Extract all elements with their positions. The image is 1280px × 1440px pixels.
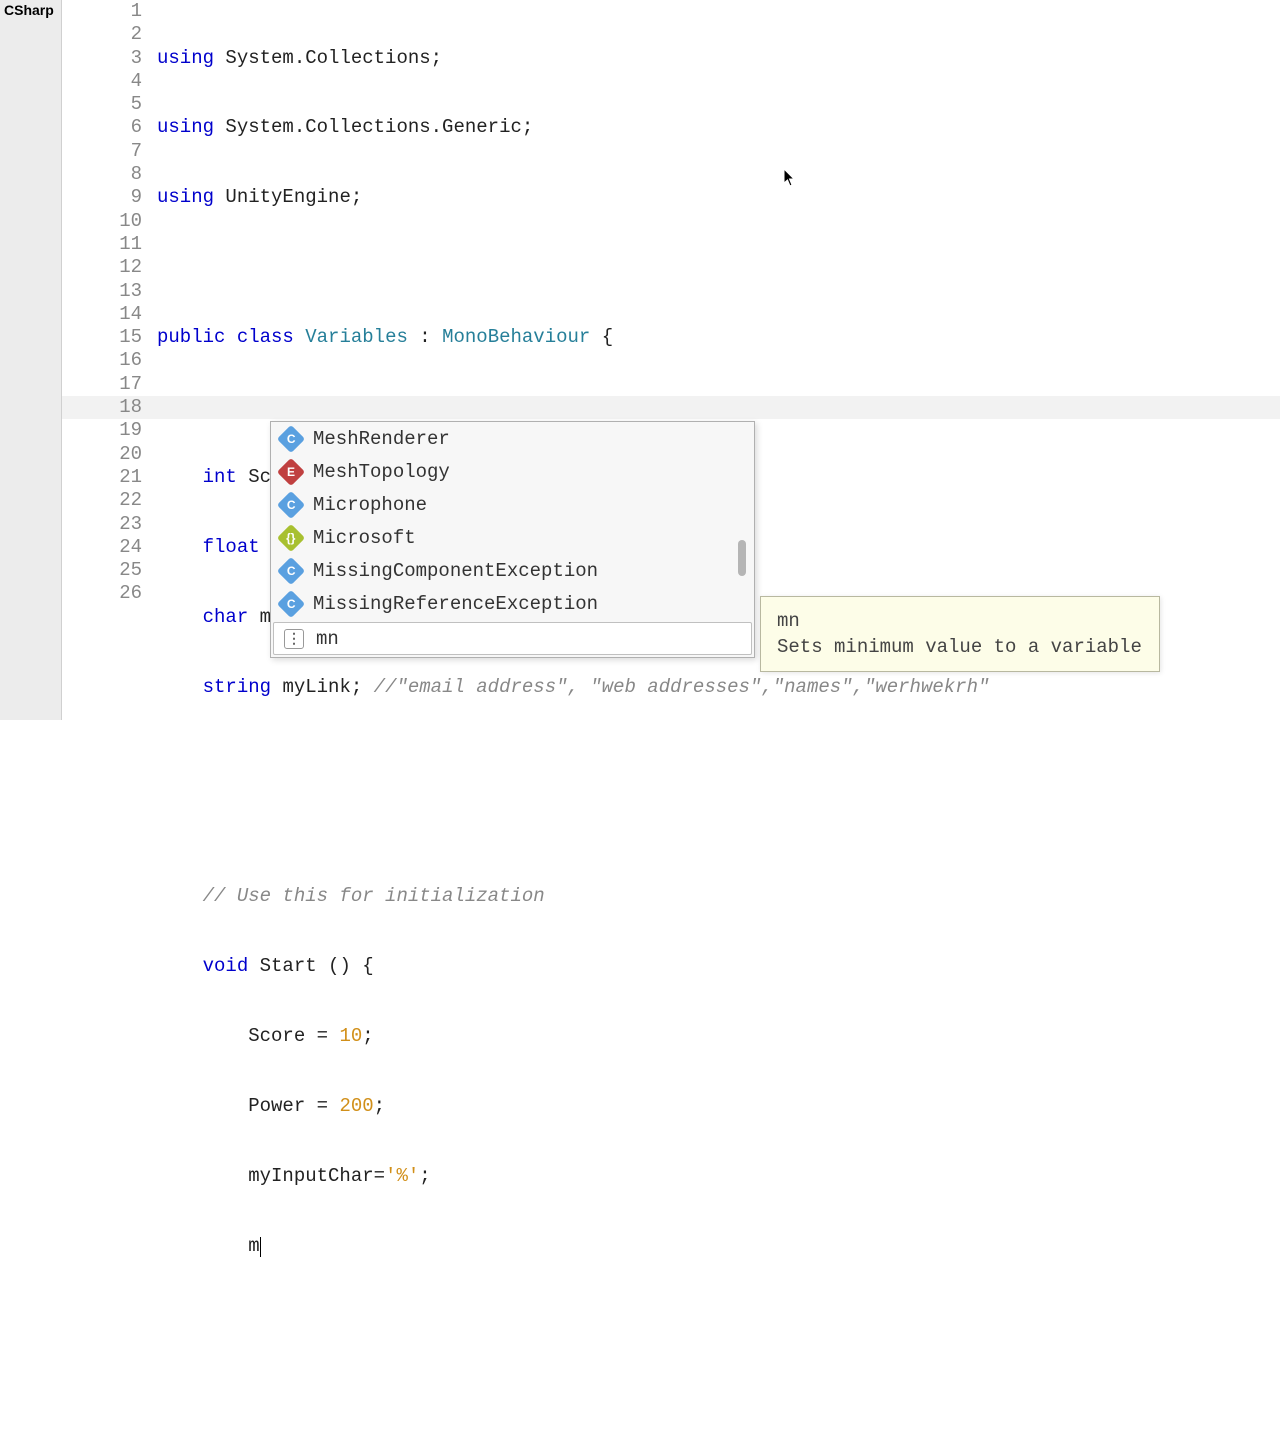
text-cursor (260, 1237, 262, 1257)
line-number: 8 (62, 163, 142, 186)
code-line[interactable]: void Start () { (157, 955, 1280, 978)
autocomplete-item-label: mn (316, 628, 339, 650)
line-number: 24 (62, 536, 142, 559)
namespace-icon: {} (277, 523, 305, 551)
code-line[interactable]: m (157, 1235, 1280, 1258)
tooltip-title: mn (777, 609, 1143, 633)
code-line[interactable]: myInputChar='%'; (157, 1165, 1280, 1188)
language-label: CSharp (0, 0, 61, 20)
code-area[interactable]: using System.Collections; using System.C… (157, 0, 1280, 1440)
snippet-icon: ⋮ (284, 629, 304, 649)
line-number: 16 (62, 349, 142, 372)
code-line[interactable] (157, 256, 1280, 279)
line-number: 6 (62, 116, 142, 139)
code-line[interactable]: // Use this for initialization (157, 885, 1280, 908)
enum-icon: E (277, 457, 305, 485)
code-line[interactable]: using System.Collections; (157, 47, 1280, 70)
line-number: 4 (62, 70, 142, 93)
class-icon: C (277, 424, 305, 452)
line-number: 17 (62, 373, 142, 396)
sidebar: CSharp (0, 0, 62, 720)
tooltip-description: Sets minimum value to a variable (777, 635, 1143, 659)
line-number: 23 (62, 513, 142, 536)
autocomplete-item[interactable]: {} Microsoft (271, 521, 754, 554)
autocomplete-item-label: Microsoft (313, 527, 416, 549)
code-line[interactable] (157, 1375, 1280, 1398)
code-line[interactable] (157, 1305, 1280, 1328)
line-number: 13 (62, 280, 142, 303)
line-number-gutter: 1 2 3 4 5 6 7 8 9 10 11 12 13 14 15 16 1… (62, 0, 152, 606)
autocomplete-popup[interactable]: C MeshRenderer E MeshTopology C Microphone {} M… (270, 421, 755, 658)
autocomplete-item[interactable]: C MissingReferenceException (271, 587, 754, 620)
line-number: 21 (62, 466, 142, 489)
autocomplete-item[interactable]: E MeshTopology (271, 455, 754, 488)
code-line[interactable] (157, 396, 1280, 419)
line-number: 7 (62, 140, 142, 163)
code-line[interactable] (157, 746, 1280, 769)
line-number: 11 (62, 233, 142, 256)
class-icon: C (277, 490, 305, 518)
autocomplete-item-label: MissingComponentException (313, 560, 598, 582)
line-number: 10 (62, 210, 142, 233)
line-number: 3 (62, 47, 142, 70)
line-number: 2 (62, 23, 142, 46)
autocomplete-item-label: MissingReferenceException (313, 593, 598, 615)
code-line[interactable]: Score = 10; (157, 1025, 1280, 1048)
class-icon: C (277, 556, 305, 584)
code-line[interactable]: using UnityEngine; (157, 186, 1280, 209)
line-number: 12 (62, 256, 142, 279)
autocomplete-item[interactable]: C MeshRenderer (271, 422, 754, 455)
line-number: 18 (62, 396, 142, 419)
line-number: 1 (62, 0, 142, 23)
line-number: 22 (62, 489, 142, 512)
autocomplete-item-label: MeshTopology (313, 461, 450, 483)
autocomplete-item[interactable]: C MissingComponentException (271, 554, 754, 587)
autocomplete-tooltip: mn Sets minimum value to a variable (760, 596, 1160, 672)
autocomplete-item-label: Microphone (313, 494, 427, 516)
autocomplete-list[interactable]: C MeshRenderer E MeshTopology C Microphone {} M… (271, 422, 754, 655)
autocomplete-item[interactable]: C Microphone (271, 488, 754, 521)
autocomplete-item-label: MeshRenderer (313, 428, 450, 450)
line-number: 9 (62, 186, 142, 209)
line-number: 20 (62, 443, 142, 466)
line-number: 26 (62, 582, 142, 605)
line-number: 25 (62, 559, 142, 582)
autocomplete-item[interactable]: ⋮ mn (273, 622, 752, 655)
code-line[interactable]: string myLink; //"email address", "web a… (157, 676, 1280, 699)
line-number: 14 (62, 303, 142, 326)
autocomplete-scrollbar[interactable] (738, 540, 746, 576)
line-number: 5 (62, 93, 142, 116)
code-line[interactable]: Power = 200; (157, 1095, 1280, 1118)
class-icon: C (277, 589, 305, 617)
code-line[interactable]: public class Variables : MonoBehaviour { (157, 326, 1280, 349)
line-number: 15 (62, 326, 142, 349)
code-line[interactable]: using System.Collections.Generic; (157, 116, 1280, 139)
line-number: 19 (62, 419, 142, 442)
code-line[interactable] (157, 815, 1280, 838)
